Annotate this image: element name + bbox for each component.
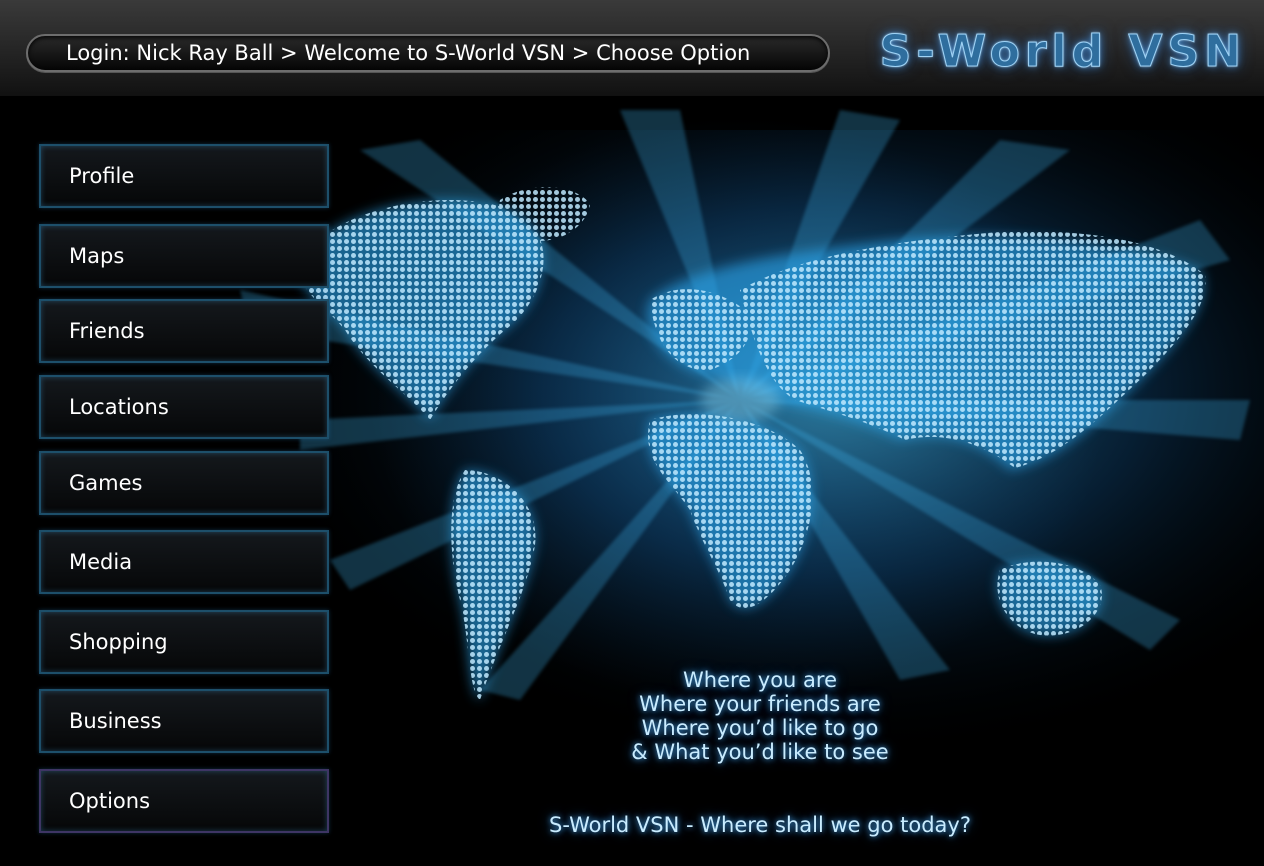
tagline-line: Where you are (683, 668, 837, 692)
menu-button-locations[interactable]: Locations (39, 375, 329, 439)
menu-button-media[interactable]: Media (39, 530, 329, 594)
menu-button-games[interactable]: Games (39, 451, 329, 515)
tagline-line: Where you’d like to go (641, 716, 879, 740)
menu-button-maps[interactable]: Maps (39, 224, 329, 288)
breadcrumb-text: Login: Nick Ray Ball > Welcome to S-Worl… (66, 41, 751, 65)
top-bar: Login: Nick Ray Ball > Welcome to S-Worl… (0, 0, 1264, 97)
tagline-line: Where your friends are (639, 692, 881, 716)
main-stage: Profile Maps Friends Locations Games Med… (0, 96, 1264, 866)
tagline: Where you are Where your friends are Whe… (560, 668, 960, 764)
menu-label: Media (69, 550, 133, 574)
menu-button-friends[interactable]: Friends (39, 299, 329, 363)
menu-button-shopping[interactable]: Shopping (39, 610, 329, 674)
menu-button-options[interactable]: Options (39, 769, 329, 833)
menu-label: Maps (69, 244, 125, 268)
menu-label: Friends (69, 319, 145, 343)
breadcrumb[interactable]: Login: Nick Ray Ball > Welcome to S-Worl… (26, 34, 830, 72)
menu-label: Options (69, 789, 151, 813)
menu-label: Games (69, 471, 143, 495)
menu-label: Locations (69, 395, 169, 419)
menu-button-profile[interactable]: Profile (39, 144, 329, 208)
menu-label: Profile (69, 164, 135, 188)
menu-button-business[interactable]: Business (39, 689, 329, 753)
tagline-line: & What you’d like to see (631, 740, 889, 764)
menu-label: Shopping (69, 630, 168, 654)
app-logo: S-World VSN (879, 26, 1246, 78)
menu-label: Business (69, 709, 162, 733)
slogan: S-World VSN - Where shall we go today? (549, 813, 971, 837)
